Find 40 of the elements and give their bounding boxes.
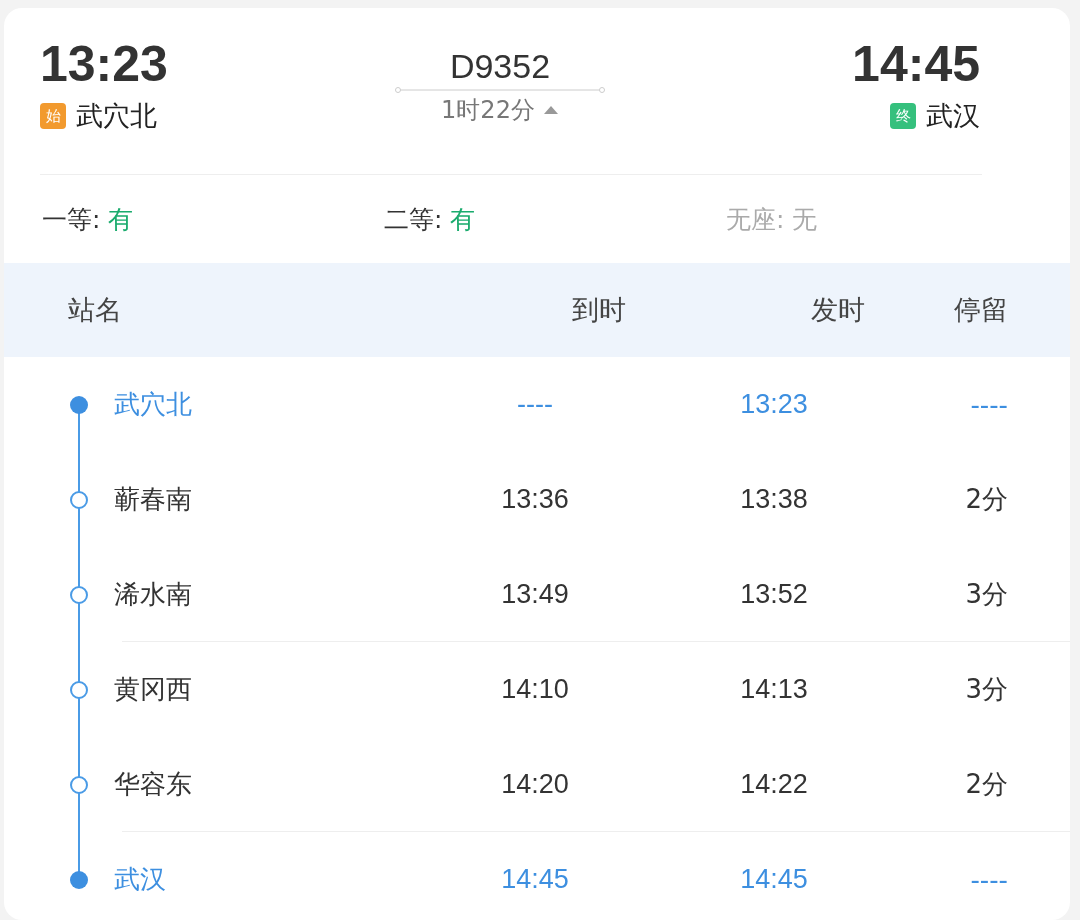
table-cell-text: 14:10 — [500, 674, 570, 705]
column-header: 站名 — [68, 293, 123, 327]
table-cell-text: 华容东 — [114, 768, 193, 801]
table-cell-text: 14:20 — [500, 769, 570, 800]
table-cell-text: 13:23 — [739, 389, 809, 420]
arrival-station: 武汉 — [926, 99, 980, 133]
column-header: 到时 — [571, 293, 627, 327]
caret-icon — [542, 105, 559, 115]
end-badge: 终 — [890, 103, 916, 129]
table-cell-text: ---- — [969, 864, 1008, 895]
start-badge: 始 — [40, 103, 66, 129]
table-cell-text: 14:45 — [500, 864, 570, 895]
table-cell-text: ---- — [516, 389, 554, 420]
table-cell-text: ---- — [969, 389, 1008, 420]
column-header: 发时 — [810, 293, 866, 327]
table-cell-text: 3分 — [964, 578, 1008, 611]
table-cell-text: 2分 — [964, 483, 1008, 516]
table-cell-text: 13:38 — [739, 484, 809, 515]
table-cell-text: 2分 — [964, 768, 1008, 801]
seat-availability: 一等: 有 — [42, 203, 135, 236]
arrival-time: 14:45 — [852, 36, 980, 92]
table-cell-text: 武汉 — [114, 863, 167, 896]
table-cell-text: 14:45 — [739, 864, 809, 895]
table-cell-text: 14:13 — [739, 674, 809, 705]
departure-station: 武穴北 — [76, 99, 157, 133]
table-cell-text: 黄冈西 — [114, 673, 193, 706]
table-cell-text: 14:22 — [739, 769, 809, 800]
train-number: D9352 — [449, 46, 551, 86]
table-cell-text: 13:36 — [500, 484, 570, 515]
table-cell-text: 13:49 — [500, 579, 570, 610]
table-cell-text: 蕲春南 — [114, 483, 193, 516]
column-header: 停留 — [953, 293, 1008, 327]
duration-toggle[interactable]: 1时22分 — [441, 94, 559, 126]
table-cell-text: 浠水南 — [114, 578, 193, 611]
table-cell-text: 13:52 — [739, 579, 809, 610]
table-cell-text: 武穴北 — [114, 388, 193, 421]
table-cell-text: 3分 — [964, 673, 1008, 706]
seat-availability: 无座: 无 — [726, 203, 819, 236]
seat-availability: 二等: 有 — [384, 203, 477, 236]
departure-time: 13:23 — [40, 36, 168, 92]
